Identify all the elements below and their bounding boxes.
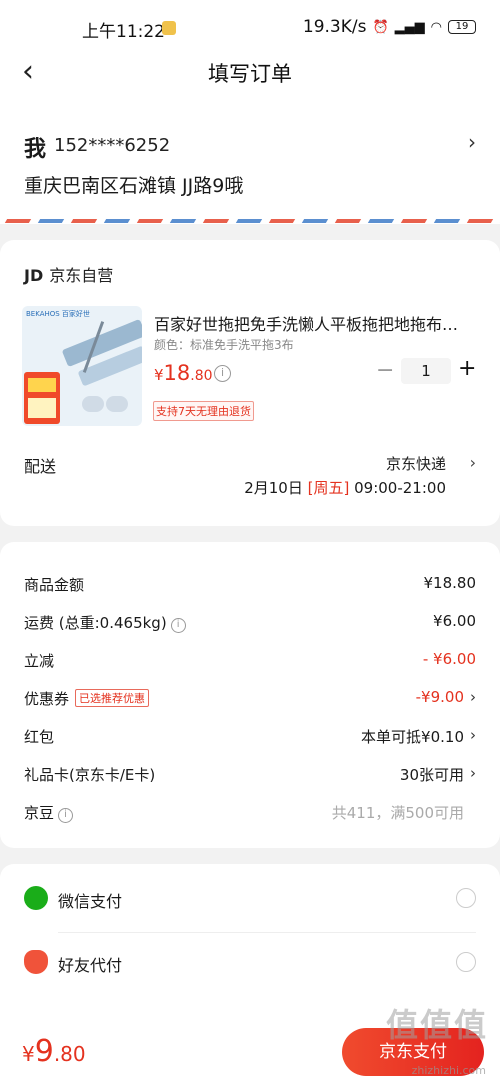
stripe-segment	[4, 219, 32, 223]
giftcard-row[interactable]: 礼品卡(京东卡/E卡) 30张可用 ›	[24, 764, 476, 788]
freight-info-icon[interactable]: i	[170, 618, 186, 633]
chevron-right-icon: ›	[470, 688, 476, 706]
address-stripe	[0, 216, 500, 224]
jingdou-row: 京豆 i 共411，满500可用	[24, 804, 464, 823]
quantity-minus-button[interactable]: −	[376, 358, 394, 383]
shipping-method[interactable]: 京东快递	[386, 453, 446, 474]
wechat-pay-icon	[24, 886, 48, 910]
discount-row: 立减 - ¥6.00	[24, 650, 476, 670]
shipping-label: 配送	[24, 457, 57, 476]
chevron-right-icon: ›	[468, 130, 476, 154]
status-time: 上午11:22	[82, 22, 165, 42]
watermark-site: zhizhizhi.com	[411, 1064, 486, 1077]
shop-name: JD 京东自营	[24, 266, 114, 285]
price-info-icon[interactable]: i	[214, 365, 231, 382]
shipping-time: 2月10日 [周五] 09:00-21:00	[244, 479, 446, 497]
stripe-segment	[70, 219, 98, 223]
stripe-segment	[103, 219, 131, 223]
product-spec: 颜色：标准免手洗平拖3布	[154, 338, 294, 352]
divider	[58, 932, 476, 933]
stripe-segment	[400, 219, 428, 223]
jingdou-info-icon[interactable]: i	[58, 808, 74, 823]
coupon-tag: 已选推荐优惠	[75, 689, 150, 707]
stripe-segment	[334, 219, 362, 223]
stripe-segment	[136, 219, 164, 223]
stripe-segment	[433, 219, 461, 223]
stripe-segment	[268, 219, 296, 223]
stripe-segment	[301, 219, 329, 223]
wifi-icon: ◠	[430, 19, 442, 35]
receiver-name: 我	[24, 137, 47, 162]
stripe-segment	[466, 219, 494, 223]
jd-logo: JD	[24, 266, 44, 285]
watermark-logo: 值值值	[385, 1006, 488, 1044]
freight-row: 运费 (总重:0.465kg) i ¥6.00	[24, 612, 476, 633]
radio-button[interactable]	[456, 952, 476, 972]
quantity-plus-button[interactable]: +	[458, 356, 476, 381]
order-total: ¥9.80	[22, 1034, 86, 1069]
chevron-right-icon: ›	[470, 726, 476, 744]
product-price: ¥18.80	[154, 361, 213, 385]
chevron-right-icon: ›	[470, 764, 476, 782]
quantity-input[interactable]: 1	[401, 358, 451, 384]
address-line: 重庆巴南区石滩镇 JJ路9哦	[24, 175, 244, 197]
order-item-card: JD 京东自营 BEKAHOS 百家好世 百家好世拖把免手洗懒人平板拖把地拖布… …	[0, 240, 500, 526]
payment-option-friend[interactable]: 好友代付	[24, 948, 476, 978]
product-image[interactable]: BEKAHOS 百家好世	[22, 306, 142, 426]
battery-icon: 19	[448, 20, 476, 34]
goods-amount-row: 商品金额 ¥18.80	[24, 574, 476, 594]
page-title: 填写订单	[208, 62, 292, 86]
product-title[interactable]: 百家好世拖把免手洗懒人平板拖把地拖布…	[154, 311, 476, 335]
receiver-phone: 152****6252	[54, 135, 171, 156]
friend-pay-heart-icon	[24, 950, 48, 974]
stripe-segment	[235, 219, 263, 223]
return-policy-tag: 支持7天无理由退货	[153, 401, 254, 421]
address-section[interactable]: 我 152****6252 › 重庆巴南区石滩镇 JJ路9哦	[0, 104, 500, 216]
price-summary-card: 商品金额 ¥18.80 运费 (总重:0.465kg) i ¥6.00 立减 - …	[0, 542, 500, 848]
stripe-segment	[169, 219, 197, 223]
alarm-icon: ⏰	[372, 19, 389, 35]
network-speed: 19.3K/s	[302, 17, 367, 37]
payment-option-wechat[interactable]: 微信支付	[24, 884, 476, 914]
notification-icon	[162, 21, 176, 35]
status-right: 19.3K/s ⏰ ▂▄▆ ◠ 19	[303, 17, 476, 37]
signal-icon: ▂▄▆	[394, 19, 425, 35]
stripe-segment	[37, 219, 65, 223]
radio-button[interactable]	[456, 888, 476, 908]
stripe-segment	[367, 219, 395, 223]
chevron-right-icon[interactable]: ›	[470, 453, 476, 472]
stripe-segment	[202, 219, 230, 223]
nav-bar: ‹ 填写订单	[0, 44, 500, 104]
product-brand-mark: BEKAHOS 百家好世	[26, 310, 90, 318]
coupon-row[interactable]: 优惠券 已选推荐优惠 -¥9.00 ›	[24, 688, 476, 712]
redpack-row[interactable]: 红包 本单可抵¥0.10 ›	[24, 726, 476, 750]
